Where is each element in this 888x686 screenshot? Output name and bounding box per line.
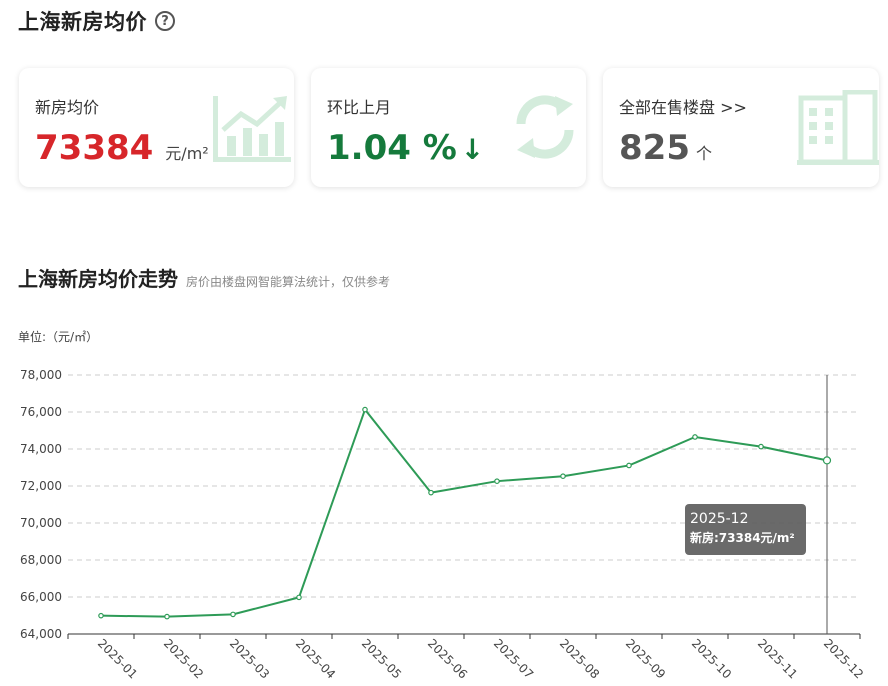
price-trend-chart[interactable]: 64,000 66,000 68,000 70,000 72,000 74,000 76,0… [0,0,888,686]
data-point [758,443,764,450]
x-tick-label: 2025-06 [425,636,470,681]
y-tick-label: 70,000 [20,516,62,530]
chart-tooltip: 2025-12 新房:73384元/m² [685,504,806,555]
y-tick-label: 68,000 [20,553,62,567]
data-point [98,612,104,619]
x-tick-label: 2025-07 [491,636,536,681]
y-tick-label: 74,000 [20,442,62,456]
y-tick-label: 66,000 [20,590,62,604]
data-point [626,462,632,469]
tooltip-value: 新房:73384元/m² [690,531,795,545]
x-tick-label: 2025-02 [161,636,206,681]
x-tick-label: 2025-04 [293,636,338,681]
y-tick-label: 72,000 [20,479,62,493]
x-tick-label: 2025-03 [227,636,272,681]
x-tick-label: 2025-08 [557,636,602,681]
x-tick-label: 2025-12 [821,636,866,681]
x-tick-label: 2025-01 [95,636,140,681]
y-tick-label: 64,000 [20,627,62,641]
data-point [692,434,698,440]
data-point [560,473,566,479]
y-tick-label: 78,000 [20,368,62,382]
data-point [428,489,434,496]
data-point [822,456,832,465]
data-point [230,611,236,618]
tooltip-date: 2025-12 [690,511,749,527]
data-point [494,478,500,484]
y-tick-label: 76,000 [20,405,62,419]
data-point [164,613,170,620]
x-tick-label: 2025-05 [359,636,404,681]
data-point [296,594,302,601]
x-tick-label: 2025-09 [623,636,668,681]
x-tick-label: 2025-10 [689,636,734,681]
data-point [362,406,368,413]
x-tick-label: 2025-11 [755,636,800,681]
